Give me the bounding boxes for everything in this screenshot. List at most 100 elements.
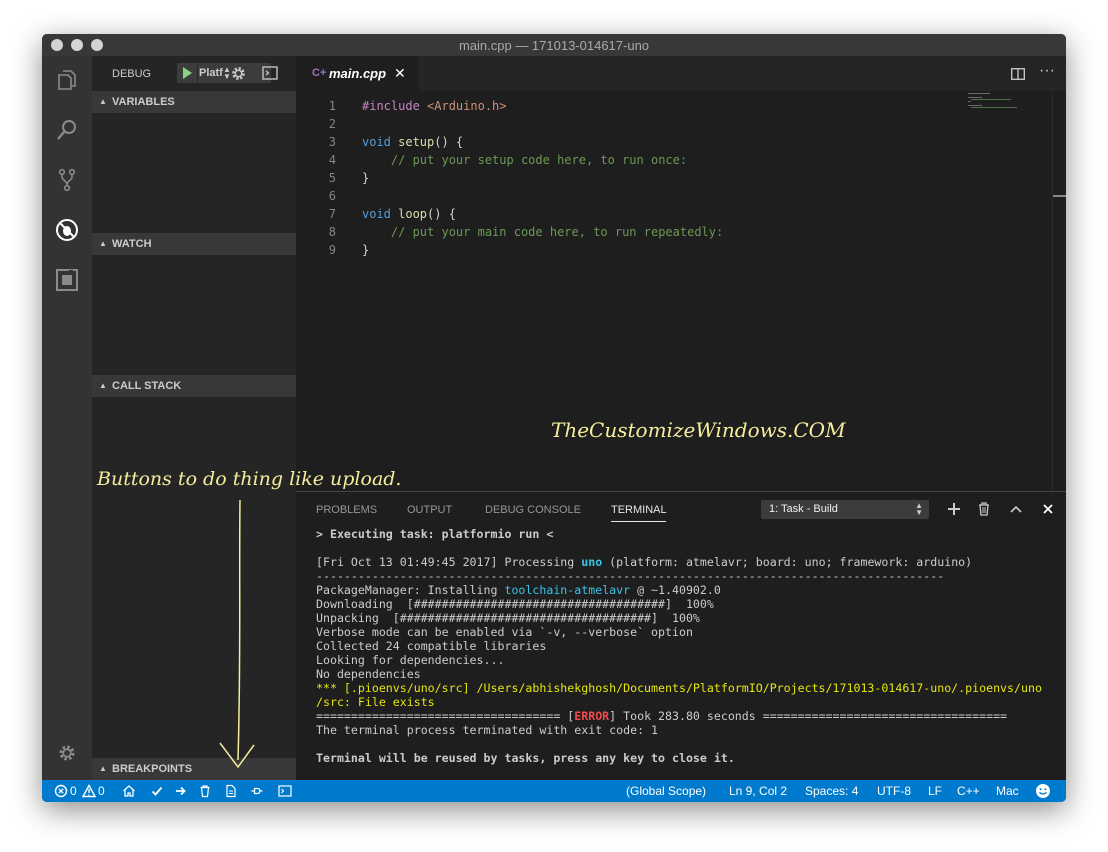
new-terminal-icon[interactable]: [946, 501, 962, 517]
warning-icon[interactable]: [81, 784, 97, 798]
chevron-up-icon[interactable]: [1008, 501, 1024, 517]
debug-config-name: Platf: [199, 67, 223, 79]
status-language[interactable]: C++: [957, 784, 980, 798]
code-text: void setup() {: [362, 133, 463, 151]
code-line[interactable]: 8 // put your main code here, to run rep…: [296, 223, 976, 241]
code-text: // put your setup code here, to run once…: [362, 151, 687, 169]
warning-count[interactable]: 0: [98, 784, 105, 798]
terminal-line: [Fri Oct 13 01:49:45 2017] Processing un…: [316, 555, 972, 569]
line-number: 9: [328, 243, 336, 257]
variables-section-header[interactable]: ▲ VARIABLES: [92, 91, 296, 113]
tab-problems[interactable]: PROBLEMS: [316, 504, 377, 516]
minimap[interactable]: [968, 91, 1028, 131]
tab-terminal[interactable]: TERMINAL: [611, 504, 667, 516]
code-token: // put your setup code here, to run once…: [362, 153, 688, 167]
clean-trash-icon[interactable]: [198, 784, 212, 798]
terminal-text: No dependencies: [316, 667, 421, 681]
smiley-feedback-icon[interactable]: [1035, 783, 1051, 799]
terminal-text: @ ~1.40902.0: [630, 583, 721, 597]
status-cursor-position[interactable]: Ln 9, Col 2: [729, 784, 787, 798]
code-line[interactable]: 4 // put your setup code here, to run on…: [296, 151, 976, 169]
terminal-text: The terminal process terminated with exi…: [316, 723, 659, 737]
code-line[interactable]: 1 #include <Arduino.h>: [296, 97, 976, 115]
terminal-line: Unpacking [#############################…: [316, 611, 700, 625]
status-platform[interactable]: Mac: [996, 784, 1019, 798]
terminal-text: toolchain-atmelavr: [504, 583, 631, 597]
error-count[interactable]: 0: [70, 784, 77, 798]
terminal-text: Verbose mode can be enabled via `-v, --v…: [316, 625, 693, 639]
gear-icon[interactable]: [230, 65, 247, 82]
code-token: void: [362, 135, 399, 149]
code-line[interactable]: 6: [296, 187, 976, 205]
line-number: 4: [328, 153, 336, 167]
terminal-text: ----------------------------------------…: [316, 569, 945, 583]
line-number: 2: [328, 117, 336, 131]
status-bar: 0 0 (Global Scope) Ln 9, Col 2 Spaces: 4…: [42, 780, 1066, 802]
source-control-icon[interactable]: [55, 168, 79, 192]
terminal-line: /src: File exists: [316, 695, 435, 709]
close-panel-icon[interactable]: [1040, 501, 1056, 517]
activity-bar: [42, 56, 92, 780]
terminal-line: *** [.pioenvs/uno/src] /Users/abhishekgh…: [316, 681, 1042, 695]
code-token: // put your main code here, to run repea…: [362, 225, 724, 239]
status-encoding[interactable]: UTF-8: [877, 784, 911, 798]
terminal-line: No dependencies: [316, 667, 421, 681]
close-icon[interactable]: ✕: [394, 65, 406, 82]
terminal-line: Looking for dependencies...: [316, 653, 504, 667]
split-editor-icon[interactable]: [1011, 67, 1025, 80]
status-indentation[interactable]: Spaces: 4: [805, 784, 858, 798]
code-line[interactable]: 3 void setup() {: [296, 133, 976, 151]
status-eol[interactable]: LF: [928, 784, 942, 798]
tab-label: main.cpp: [329, 66, 387, 81]
watch-section-header[interactable]: ▲ WATCH: [92, 233, 296, 255]
variables-section-label: VARIABLES: [112, 96, 175, 108]
code-editor[interactable]: 1 #include <Arduino.h> 2 3 void setup() {4 /…: [296, 91, 1066, 491]
editor-tabs: C+ main.cpp ✕ ···: [296, 56, 1066, 91]
settings-gear-icon[interactable]: [57, 743, 77, 763]
build-check-icon[interactable]: [150, 784, 164, 798]
debug-console-icon[interactable]: [262, 66, 278, 80]
terminal-icon[interactable]: [278, 784, 292, 798]
code-token: setup: [398, 135, 435, 149]
terminal-task-select[interactable]: 1: Task - Build ▲ ▼: [761, 500, 929, 519]
line-number: 5: [328, 171, 336, 185]
debug-icon[interactable]: [55, 218, 79, 242]
code-token: () {: [427, 207, 456, 221]
code-token: <Arduino.h>: [427, 99, 507, 113]
terminal-line: Downloading [###########################…: [316, 597, 714, 611]
test-file-icon[interactable]: [224, 784, 238, 798]
code-line[interactable]: 2: [296, 115, 976, 133]
home-icon[interactable]: [122, 784, 136, 798]
title-bar: main.cpp — 171013-014617-uno: [42, 34, 1066, 56]
upload-arrow-icon[interactable]: [174, 784, 188, 798]
code-token: }: [362, 243, 370, 257]
chevron-down-icon: ▲: [99, 764, 107, 773]
terminal-line: Verbose mode can be enabled via `-v, --v…: [316, 625, 693, 639]
extensions-icon[interactable]: [55, 268, 79, 292]
tab-output[interactable]: OUTPUT: [407, 504, 452, 516]
tab-main-cpp[interactable]: C+ main.cpp ✕: [296, 56, 418, 91]
line-number: 3: [328, 135, 336, 149]
terminal-text: *** [.pioenvs/uno/src] /Users/abhishekgh…: [316, 681, 1042, 695]
line-number: 1: [328, 99, 336, 113]
line-number: 7: [328, 207, 336, 221]
code-line[interactable]: 9}: [296, 241, 976, 259]
code-line[interactable]: 5}: [296, 169, 976, 187]
code-text: }: [362, 241, 369, 259]
status-scope[interactable]: (Global Scope): [626, 784, 706, 798]
files-icon[interactable]: [55, 68, 79, 92]
editor-scrollbar[interactable]: [1052, 91, 1066, 491]
start-debugging-button[interactable]: [178, 64, 196, 82]
terminal-text: (platform: atmelavr; board: uno; framewo…: [602, 555, 973, 569]
call-stack-section-header[interactable]: ▲ CALL STACK: [92, 375, 296, 397]
more-actions-icon[interactable]: ···: [1039, 62, 1055, 80]
search-icon[interactable]: [55, 118, 79, 142]
code-token: #include: [362, 99, 428, 113]
code-line[interactable]: 7 void loop() {: [296, 205, 976, 223]
serial-monitor-plug-icon[interactable]: [250, 784, 264, 798]
code-token: () {: [434, 135, 464, 149]
trash-icon[interactable]: [976, 501, 992, 517]
line-number: 8: [328, 225, 336, 239]
tab-debug-console[interactable]: DEBUG CONSOLE: [485, 504, 581, 516]
error-icon[interactable]: [54, 784, 68, 798]
